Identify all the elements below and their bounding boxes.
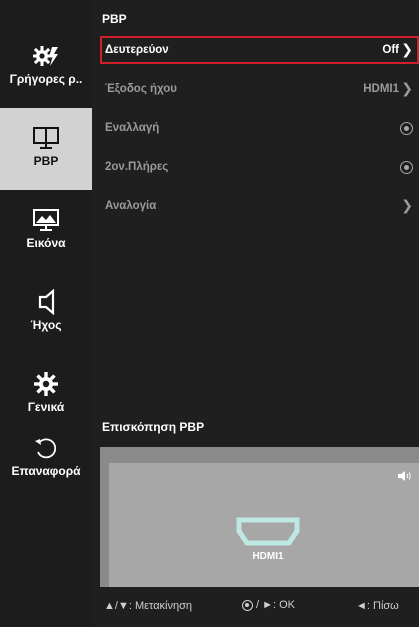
monitor-osd: Γρήγορες ρ.. PBP Εικόνα Ήχος Γενικά Επαν… bbox=[0, 0, 419, 627]
sidebar-item-label: Γενικά bbox=[27, 400, 65, 414]
move-hint: ▲/▼: Μετακίνηση bbox=[104, 600, 193, 612]
hdmi-input-label: HDMI1 bbox=[252, 551, 284, 562]
picture-icon bbox=[0, 204, 92, 236]
sidebar-item-reset[interactable]: Επαναφορά bbox=[0, 418, 92, 500]
chevron-right-icon: ❯ bbox=[401, 197, 413, 213]
footer-hints: ▲/▼: Μετακίνηση / ►: OK ◄: Πίσω bbox=[92, 592, 419, 627]
panel-title: PBP bbox=[102, 12, 127, 26]
menu-item-secondary[interactable]: Δευτερεύον Off ❯ bbox=[100, 36, 419, 64]
menu-item-value: HDMI1 bbox=[363, 83, 399, 95]
menu-item-label: Αναλογία bbox=[105, 200, 157, 212]
menu-item-sub-full[interactable]: 2ον.Πλήρες bbox=[100, 153, 419, 181]
menu-item-label: 2ον.Πλήρες bbox=[105, 161, 169, 173]
quick-settings-icon bbox=[0, 40, 92, 72]
ok-hint: / ►: OK bbox=[242, 599, 295, 611]
menu-item-swap[interactable]: Εναλλαγή bbox=[100, 114, 419, 142]
menu-item-audio-output[interactable]: Έξοδος ήχου HDMI1 ❯ bbox=[100, 75, 419, 103]
sidebar-item-label: PBP bbox=[33, 154, 59, 168]
radio-button-icon[interactable] bbox=[400, 161, 413, 174]
sidebar: Γρήγορες ρ.. PBP Εικόνα Ήχος Γενικά Επαν… bbox=[0, 0, 92, 627]
preview-screen: HDMI1 bbox=[109, 463, 419, 587]
sidebar-item-label: Εικόνα bbox=[26, 236, 66, 250]
menu-item-label: Έξοδος ήχου bbox=[105, 83, 177, 95]
sidebar-item-label: Επαναφορά bbox=[11, 464, 81, 478]
ok-button-icon bbox=[242, 599, 253, 611]
menu-item-label: Εναλλαγή bbox=[105, 122, 160, 134]
menu-item-value: Off bbox=[382, 44, 399, 56]
speaker-volume-icon bbox=[397, 469, 413, 487]
ok-hint-label: / ►: OK bbox=[256, 599, 296, 611]
pbp-icon bbox=[0, 122, 92, 154]
reset-icon bbox=[0, 432, 92, 464]
chevron-right-icon: ❯ bbox=[401, 80, 413, 96]
pbp-preview: HDMI1 bbox=[100, 447, 419, 587]
menu-item-label: Δευτερεύον bbox=[105, 44, 169, 56]
sidebar-item-quick-settings[interactable]: Γρήγορες ρ.. bbox=[0, 26, 92, 108]
sidebar-item-label: Γρήγορες ρ.. bbox=[9, 72, 83, 86]
pbp-panel: PBP Δευτερεύον Off ❯ Έξοδος ήχου HDMI1 ❯… bbox=[92, 0, 419, 627]
speaker-icon bbox=[0, 286, 92, 318]
sidebar-item-picture[interactable]: Εικόνα bbox=[0, 190, 92, 272]
sidebar-item-sound[interactable]: Ήχος bbox=[0, 272, 92, 354]
sidebar-item-label: Ήχος bbox=[30, 318, 62, 332]
radio-button-icon[interactable] bbox=[400, 122, 413, 135]
menu-item-ratio[interactable]: Αναλογία ❯ bbox=[100, 192, 419, 220]
preview-title: Επισκόπηση PBP bbox=[102, 420, 205, 434]
chevron-right-icon: ❯ bbox=[401, 41, 413, 57]
back-hint: ◄: Πίσω bbox=[356, 600, 399, 612]
gear-icon bbox=[0, 368, 92, 400]
sidebar-item-pbp[interactable]: PBP bbox=[0, 108, 92, 190]
hdmi-port-icon bbox=[236, 517, 300, 552]
